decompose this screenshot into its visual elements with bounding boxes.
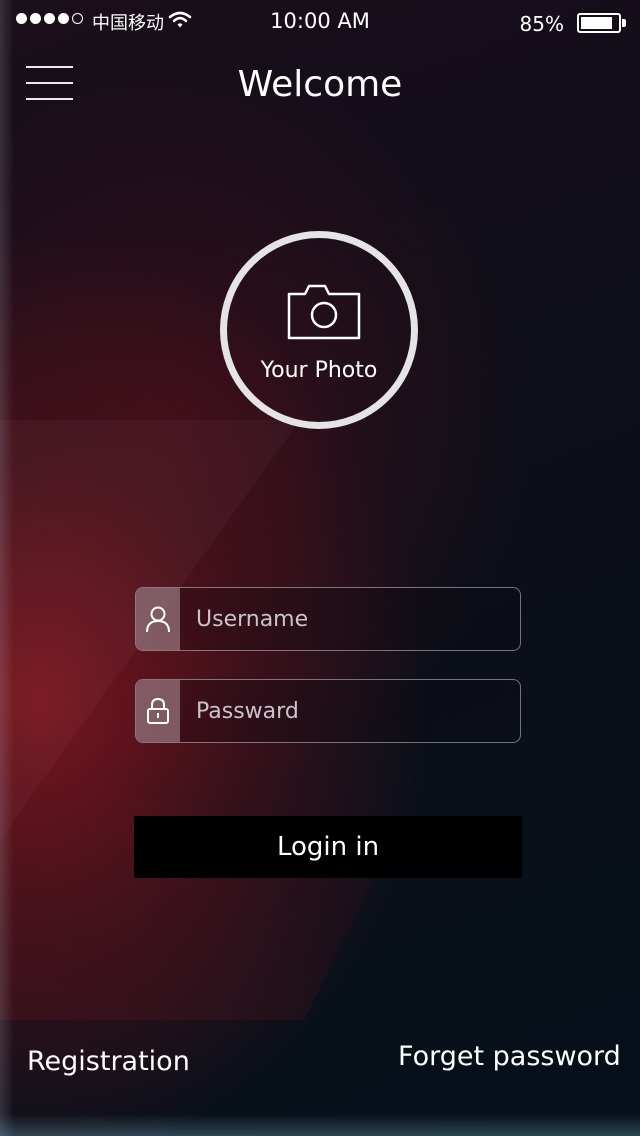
battery-percent: 85% — [519, 12, 564, 36]
battery-cap — [622, 19, 626, 27]
username-field[interactable] — [135, 587, 521, 651]
user-icon — [136, 588, 180, 650]
password-field[interactable] — [135, 679, 521, 743]
username-input[interactable] — [196, 588, 496, 650]
battery-fill — [581, 17, 612, 29]
left-edge-glow — [0, 0, 14, 1136]
camera-icon — [287, 282, 361, 344]
login-button[interactable]: Login in — [134, 816, 522, 878]
photo-label: Your Photo — [260, 358, 378, 383]
photo-upload-button[interactable]: Your Photo — [220, 231, 418, 429]
registration-link[interactable]: Registration — [27, 1046, 190, 1077]
battery-icon — [577, 13, 621, 33]
status-bar: 中国移动 10:00 AM 85% — [0, 0, 640, 44]
page-title: Welcome — [237, 64, 403, 105]
bottom-edge-glow — [0, 1114, 640, 1136]
forget-password-link[interactable]: Forget password — [398, 1041, 621, 1072]
password-input[interactable] — [196, 680, 496, 742]
lock-icon — [136, 680, 180, 742]
